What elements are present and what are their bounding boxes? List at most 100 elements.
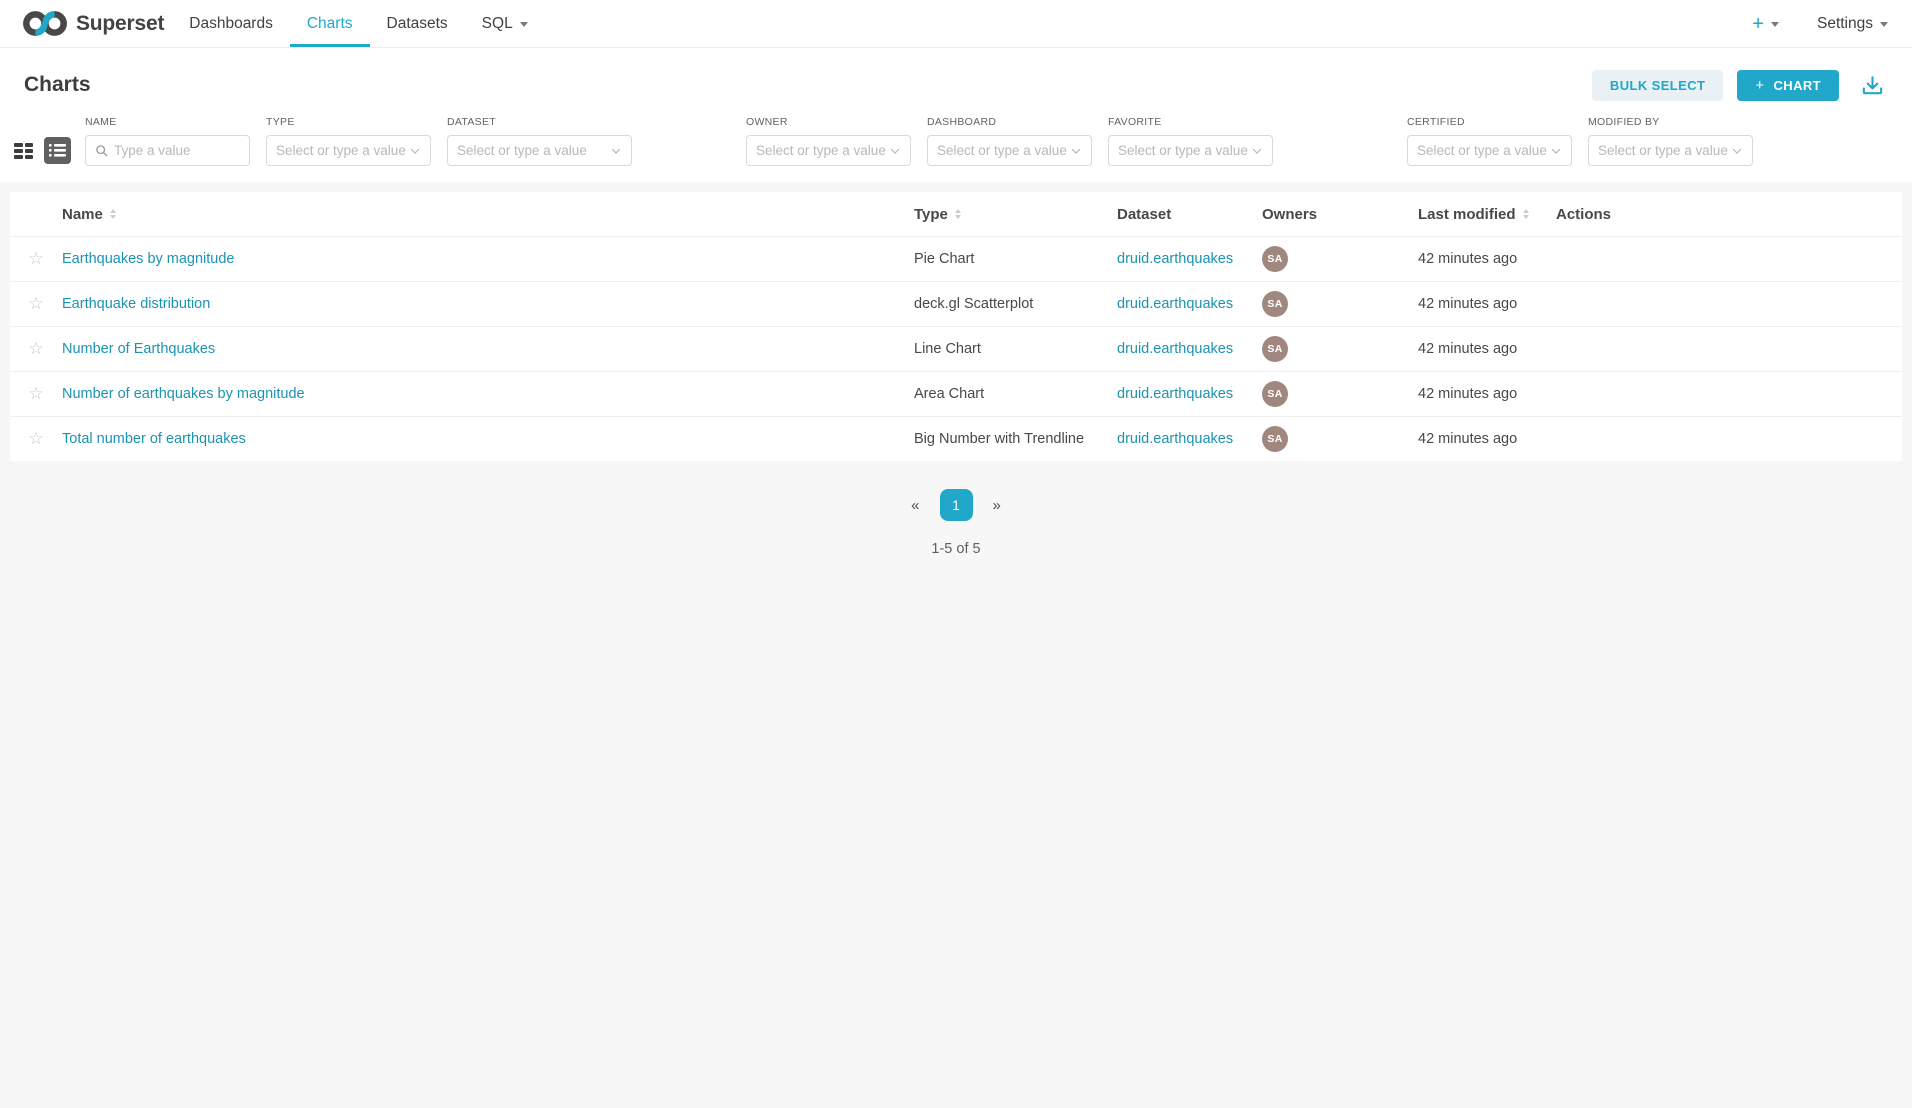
- page-number-button[interactable]: 1: [940, 489, 973, 521]
- favorite-star-icon[interactable]: ☆: [28, 249, 43, 269]
- owner-avatar: SA: [1262, 246, 1288, 272]
- page-title: Charts: [24, 73, 91, 97]
- filter-dashboard: DASHBOARD Select or type a value: [927, 116, 1092, 166]
- superset-logo[interactable]: Superset: [22, 0, 164, 47]
- name-filter-input[interactable]: [114, 143, 240, 158]
- nav-item-charts[interactable]: Charts: [290, 0, 370, 47]
- chart-name-link[interactable]: Total number of earthquakes: [62, 431, 246, 447]
- select-placeholder: Select or type a value: [756, 143, 889, 158]
- nav-item-sql-label: SQL: [482, 15, 513, 33]
- favorite-star-icon[interactable]: ☆: [28, 294, 43, 314]
- nav-item-datasets[interactable]: Datasets: [370, 0, 465, 47]
- sort-icon: [1523, 209, 1529, 220]
- type-filter-select[interactable]: Select or type a value: [266, 135, 431, 166]
- dataset-link[interactable]: druid.earthquakes: [1117, 386, 1233, 402]
- owner-avatar: SA: [1262, 291, 1288, 317]
- chart-name-link[interactable]: Earthquakes by magnitude: [62, 251, 235, 267]
- chevron-down-icon: [1731, 145, 1743, 157]
- download-icon: [1861, 74, 1884, 97]
- search-icon: [95, 144, 108, 157]
- column-header-label: Name: [62, 206, 103, 223]
- owner-avatar: SA: [1262, 426, 1288, 452]
- filter-name: NAME: [85, 116, 250, 166]
- filter-type-label: TYPE: [266, 116, 431, 128]
- plus-icon: +: [1752, 14, 1764, 34]
- filter-dashboard-label: DASHBOARD: [927, 116, 1092, 128]
- sort-icon: [110, 209, 116, 220]
- filter-name-label: NAME: [85, 116, 250, 128]
- filter-modified-by-label: MODIFIED BY: [1588, 116, 1753, 128]
- add-chart-button[interactable]: + CHART: [1737, 70, 1839, 101]
- nav-item-sql[interactable]: SQL: [465, 0, 545, 47]
- last-modified: 42 minutes ago: [1418, 386, 1517, 402]
- bulk-select-button[interactable]: BULK SELECT: [1592, 70, 1723, 101]
- filter-certified: CERTIFIED Select or type a value: [1407, 116, 1572, 166]
- select-placeholder: Select or type a value: [1417, 143, 1550, 158]
- last-modified: 42 minutes ago: [1418, 431, 1517, 447]
- dataset-link[interactable]: druid.earthquakes: [1117, 251, 1233, 267]
- favorite-star-icon[interactable]: ☆: [28, 339, 43, 359]
- brand-name: Superset: [76, 12, 164, 36]
- top-navbar: Superset Dashboards Charts Datasets SQL …: [0, 0, 1912, 48]
- main-menu: Dashboards Charts Datasets SQL: [172, 0, 544, 47]
- filter-modified-by: MODIFIED BY Select or type a value: [1588, 116, 1753, 166]
- prev-page-button[interactable]: «: [905, 493, 925, 518]
- chart-type: deck.gl Scatterplot: [914, 296, 1033, 312]
- chart-type: Pie Chart: [914, 251, 974, 267]
- header-actions: BULK SELECT + CHART: [1592, 70, 1888, 101]
- next-page-button[interactable]: »: [987, 493, 1007, 518]
- chevron-down-icon: [1880, 22, 1888, 27]
- column-header-label: Dataset: [1117, 206, 1171, 223]
- certified-filter-select[interactable]: Select or type a value: [1407, 135, 1572, 166]
- modified-by-filter-select[interactable]: Select or type a value: [1588, 135, 1753, 166]
- chevron-down-icon: [1771, 22, 1779, 27]
- superset-infinity-icon: [22, 9, 68, 38]
- column-header-owners: Owners: [1262, 206, 1418, 223]
- column-header-label: Owners: [1262, 206, 1317, 223]
- last-modified: 42 minutes ago: [1418, 341, 1517, 357]
- page-header-section: Charts BULK SELECT + CHART: [0, 48, 1912, 182]
- owner-avatar: SA: [1262, 381, 1288, 407]
- column-header-label: Type: [914, 206, 948, 223]
- chart-name-link[interactable]: Earthquake distribution: [62, 296, 210, 312]
- chevron-down-icon: [409, 145, 421, 157]
- dataset-link[interactable]: druid.earthquakes: [1117, 296, 1233, 312]
- plus-icon: +: [1755, 77, 1764, 94]
- settings-dropdown-button[interactable]: Settings: [1817, 15, 1888, 33]
- view-mode-toggle: [14, 135, 71, 166]
- table-row: ☆ Earthquake distribution deck.gl Scatte…: [10, 281, 1902, 326]
- chevron-down-icon: [1070, 145, 1082, 157]
- nav-item-dashboards[interactable]: Dashboards: [172, 0, 290, 47]
- column-header-last-modified[interactable]: Last modified: [1418, 206, 1556, 223]
- favorite-filter-select[interactable]: Select or type a value: [1108, 135, 1273, 166]
- chart-type: Big Number with Trendline: [914, 431, 1084, 447]
- chart-name-link[interactable]: Number of earthquakes by magnitude: [62, 386, 305, 402]
- chevron-down-icon: [1550, 145, 1562, 157]
- table-row: ☆ Total number of earthquakes Big Number…: [10, 416, 1902, 461]
- column-header-dataset: Dataset: [1117, 206, 1262, 223]
- owner-filter-select[interactable]: Select or type a value: [746, 135, 911, 166]
- new-dropdown-button[interactable]: +: [1752, 14, 1779, 34]
- export-button[interactable]: [1861, 74, 1884, 97]
- sort-icon: [955, 209, 961, 220]
- dataset-filter-select[interactable]: Select or type a value: [447, 135, 632, 166]
- table-row: ☆ Number of Earthquakes Line Chart druid…: [10, 326, 1902, 371]
- dataset-link[interactable]: druid.earthquakes: [1117, 341, 1233, 357]
- chevron-down-icon: [520, 22, 528, 27]
- table-header-row: Name Type Dataset Owners Last modified A…: [10, 192, 1902, 236]
- select-placeholder: Select or type a value: [457, 143, 610, 158]
- column-header-name[interactable]: Name: [62, 206, 914, 223]
- filter-owner-label: OWNER: [746, 116, 911, 128]
- dataset-link[interactable]: druid.earthquakes: [1117, 431, 1233, 447]
- last-modified: 42 minutes ago: [1418, 296, 1517, 312]
- charts-table: Name Type Dataset Owners Last modified A…: [10, 192, 1902, 461]
- filter-bar: NAME TYPE Select or type a value: [0, 110, 1912, 182]
- dashboard-filter-select[interactable]: Select or type a value: [927, 135, 1092, 166]
- card-view-icon[interactable]: [14, 143, 33, 159]
- favorite-star-icon[interactable]: ☆: [28, 429, 43, 449]
- chart-name-link[interactable]: Number of Earthquakes: [62, 341, 215, 357]
- column-header-type[interactable]: Type: [914, 206, 1117, 223]
- list-view-icon[interactable]: [44, 137, 71, 164]
- filter-dataset: DATASET Select or type a value: [447, 116, 632, 166]
- favorite-star-icon[interactable]: ☆: [28, 384, 43, 404]
